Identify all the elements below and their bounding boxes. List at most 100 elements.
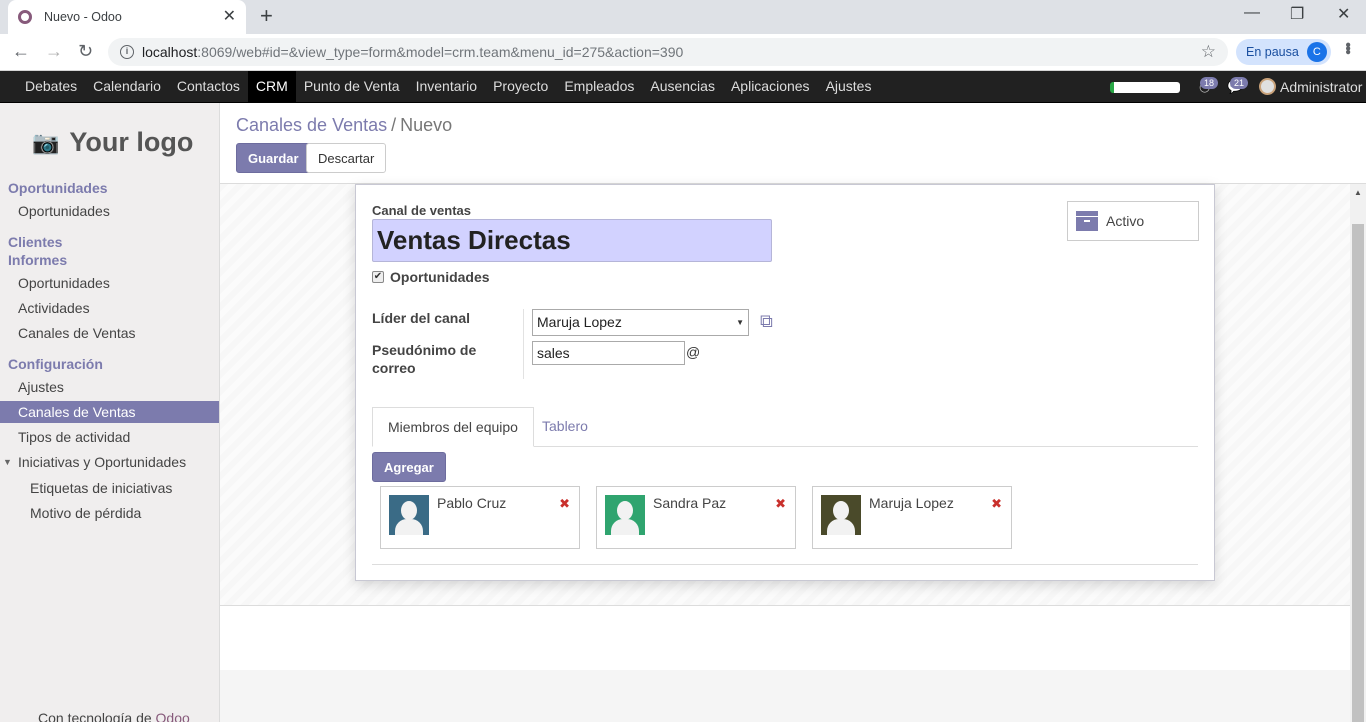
close-window-icon[interactable]: ✕ [1337, 4, 1350, 24]
scrollbar-thumb[interactable] [1352, 224, 1364, 722]
opportunities-option[interactable]: ✔ Oportunidades [372, 269, 490, 285]
breadcrumb-parent[interactable]: Canales de Ventas [236, 115, 387, 135]
alias-at-sign: @ [686, 344, 701, 360]
save-button[interactable]: Guardar [236, 143, 311, 173]
sidebar-item-canales-de-ventas[interactable]: Canales de Ventas [0, 401, 219, 423]
app-menu-item-empleados[interactable]: Empleados [556, 71, 642, 102]
external-link-icon[interactable]: ⧉ [760, 311, 773, 332]
member-avatar [821, 495, 861, 535]
back-icon[interactable]: ← [12, 41, 30, 61]
avatar-body-shape [395, 519, 423, 535]
app-menu-item-crm[interactable]: CRM [247, 71, 296, 102]
sheet-bottom-divider [372, 564, 1198, 565]
app-menu-item-contactos[interactable]: Contactos [169, 71, 248, 102]
app-menu-item-debates[interactable]: Debates [17, 71, 85, 102]
sidebar-item-ajustes[interactable]: Ajustes [0, 376, 219, 398]
avatar-head-shape [833, 501, 849, 520]
email-alias-input[interactable] [532, 341, 685, 365]
user-avatar [1259, 78, 1276, 95]
footer-area [220, 670, 1350, 722]
user-name: Administrator [1280, 78, 1363, 95]
sidebar-item-report-oportunidades[interactable]: Oportunidades [0, 272, 219, 294]
browser-toolbar: ← → ↻ i localhost:8069/web#id=&view_type… [0, 34, 1366, 71]
archive-icon [1076, 211, 1098, 231]
sidebar-section-configuracion[interactable]: Configuración [8, 356, 103, 372]
member-card[interactable]: Maruja Lopez ✖ [812, 486, 1012, 549]
alias-label-line1: Pseudónimo de [372, 342, 477, 358]
sidebar-item-motivo-perdida[interactable]: Motivo de pérdida [0, 502, 219, 524]
remove-member-icon[interactable]: ✖ [991, 496, 1002, 512]
breadcrumb: Canales de Ventas / Nuevo [236, 115, 452, 136]
sidebar-item-iniciativas[interactable]: ▼ Iniciativas y Oportunidades [0, 451, 219, 473]
leader-label: Líder del canal [372, 310, 471, 326]
minimize-icon[interactable]: — [1244, 4, 1260, 22]
scroll-up-arrow-icon[interactable]: ▲ [1354, 188, 1362, 197]
powered-by-text: Con tecnología de [38, 710, 156, 722]
app-menu-item-calendario[interactable]: Calendario [85, 71, 169, 102]
sidebar-section-informes[interactable]: Informes [8, 252, 67, 268]
avatar-head-shape [617, 501, 633, 520]
dropdown-caret-icon[interactable]: ▼ [736, 318, 744, 327]
user-menu[interactable]: Administrator [1259, 71, 1362, 102]
sidebar-item-etiquetas[interactable]: Etiquetas de iniciativas [0, 477, 219, 499]
app-menu-item-ajustes[interactable]: Ajustes [818, 71, 880, 102]
app-menu-item-punto-de-venta[interactable]: Punto de Venta [296, 71, 408, 102]
sidebar-item-actividades[interactable]: Actividades [0, 297, 219, 319]
tab-tablero[interactable]: Tablero [527, 407, 603, 447]
logo-text: Your logo [69, 127, 194, 157]
caret-down-icon: ▼ [3, 457, 12, 467]
forward-icon[interactable]: → [45, 41, 63, 61]
app-menu: Debates Calendario Contactos CRM Punto de Ve… [17, 71, 879, 102]
remove-member-icon[interactable]: ✖ [775, 496, 786, 512]
breadcrumb-current: Nuevo [400, 115, 453, 135]
browser-tab-title: Nuevo - Odoo [44, 10, 122, 24]
remove-member-icon[interactable]: ✖ [559, 496, 570, 512]
active-toggle-button[interactable]: Activo [1067, 201, 1199, 241]
discard-button[interactable]: Descartar [306, 143, 387, 173]
app-menu-item-proyecto[interactable]: Proyecto [485, 71, 556, 102]
member-avatar [605, 495, 645, 535]
scrollbar[interactable]: ▲ [1350, 184, 1366, 722]
active-label: Activo [1106, 213, 1145, 229]
breadcrumb-separator: / [391, 115, 397, 135]
app-menu-item-aplicaciones[interactable]: Aplicaciones [723, 71, 818, 102]
browser-tab[interactable]: Nuevo - Odoo ✕ [8, 0, 246, 34]
address-bar[interactable]: i localhost:8069/web#id=&view_type=form&… [108, 38, 1228, 66]
sales-channel-name-input[interactable] [372, 219, 772, 262]
avatar-head-shape [401, 501, 417, 520]
browser-menu-icon[interactable]: ••• [1338, 42, 1356, 53]
member-name: Maruja Lopez [869, 495, 954, 511]
opportunities-checkbox[interactable]: ✔ [372, 271, 384, 283]
browser-tabstrip: Nuevo - Odoo ✕ + — ❐ ✕ [0, 0, 1366, 34]
member-name: Pablo Cruz [437, 495, 507, 511]
sidebar-section-oportunidades[interactable]: Oportunidades [8, 180, 108, 196]
add-member-button[interactable]: Agregar [372, 452, 446, 482]
sidebar-item-tipos-de-actividad[interactable]: Tipos de actividad [0, 426, 219, 448]
sidebar-item-iniciativas-label: Iniciativas y Oportunidades [18, 454, 187, 470]
site-info-icon[interactable]: i [120, 45, 134, 59]
member-avatar [389, 495, 429, 535]
member-name: Sandra Paz [653, 495, 727, 511]
member-card[interactable]: Pablo Cruz ✖ [380, 486, 580, 549]
restore-icon[interactable]: ❐ [1290, 4, 1304, 24]
app-menu-item-ausencias[interactable]: Ausencias [642, 71, 723, 102]
sidebar-item-report-canales[interactable]: Canales de Ventas [0, 322, 219, 344]
app-menu-item-inventario[interactable]: Inventario [408, 71, 485, 102]
progress-bar [1110, 82, 1180, 93]
profile-button[interactable]: En pausa C [1236, 39, 1331, 65]
close-tab-icon[interactable]: ✕ [223, 9, 236, 25]
reload-icon[interactable]: ↻ [78, 41, 93, 61]
profile-avatar: C [1306, 42, 1327, 62]
company-logo: 📷 Your logo [32, 127, 193, 158]
tab-miembros-del-equipo[interactable]: Miembros del equipo [372, 407, 534, 447]
name-label: Canal de ventas [372, 203, 471, 218]
sidebar-item-oportunidades[interactable]: Oportunidades [0, 200, 219, 222]
new-tab-icon[interactable]: + [260, 5, 273, 27]
avatar-body-shape [611, 519, 639, 535]
bookmark-star-icon[interactable]: ☆ [1201, 42, 1216, 62]
sidebar-section-clientes[interactable]: Clientes [8, 234, 62, 250]
activity-count-badge: 18 [1200, 77, 1219, 89]
odoo-link[interactable]: Odoo [156, 710, 190, 722]
member-card[interactable]: Sandra Paz ✖ [596, 486, 796, 549]
leader-select[interactable]: Maruja Lopez ▼ [532, 309, 749, 336]
